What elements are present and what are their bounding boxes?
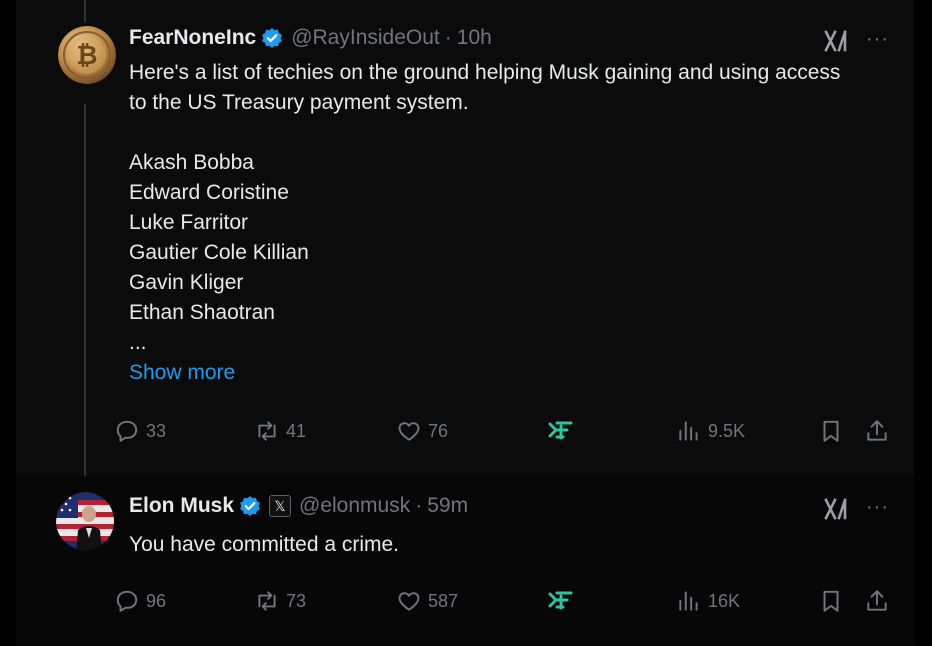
views-button[interactable]: 16K xyxy=(676,588,740,614)
tweet-line: Ethan Shaotran xyxy=(129,301,275,324)
reply-button[interactable]: 33 xyxy=(114,418,166,444)
tweet-body: You have committed a crime. xyxy=(129,533,400,556)
extension-button[interactable] xyxy=(548,588,580,614)
tweet-line: Edward Coristine xyxy=(129,181,289,204)
extension-icon xyxy=(548,591,573,610)
repost-count: 41 xyxy=(286,421,307,441)
tweet-body: Here's a list of techies on the ground h… xyxy=(129,58,840,388)
tweet-actions: 33 41 76 9.5K xyxy=(16,418,914,448)
show-more-link[interactable]: Show more xyxy=(129,358,840,388)
reply-count: 33 xyxy=(146,421,167,441)
views-icon xyxy=(679,591,698,611)
avatar-fearnoneinc[interactable]: ₿ xyxy=(58,26,116,84)
like-icon xyxy=(398,592,420,611)
grok-icon[interactable] xyxy=(823,496,849,522)
repost-icon xyxy=(258,421,276,441)
window-frame-left xyxy=(0,0,16,646)
display-name[interactable]: Elon Musk xyxy=(129,494,234,518)
window-frame-right xyxy=(914,0,932,646)
extension-icon xyxy=(548,421,573,440)
views-count: 16K xyxy=(708,591,741,611)
more-icon[interactable]: ··· xyxy=(866,496,889,519)
like-icon xyxy=(398,422,420,441)
tweet-actions: 96 73 587 16K xyxy=(16,588,914,618)
tweet-line: Luke Farritor xyxy=(129,211,249,234)
user-handle[interactable]: @RayInsideOut xyxy=(291,26,440,50)
views-button[interactable]: 9.5K xyxy=(676,418,745,444)
tweet-line xyxy=(129,118,840,148)
bookmark-icon xyxy=(823,420,839,442)
views-icon xyxy=(679,421,698,441)
tweet-line: to the US Treasury payment system. xyxy=(129,91,469,114)
verified-badge-icon xyxy=(239,495,261,517)
user-handle[interactable]: @elonmusk xyxy=(299,494,410,518)
share-button[interactable] xyxy=(864,588,896,614)
separator-dot: · xyxy=(415,494,423,517)
tweet-fearnoneinc[interactable]: ₿ FearNoneInc @RayInsideOut · 10h ··· He… xyxy=(16,0,914,476)
share-icon xyxy=(867,590,887,611)
affiliate-x-badge-icon[interactable]: 𝕏 xyxy=(269,495,292,517)
more-icon[interactable]: ··· xyxy=(866,28,889,51)
avatar-elonmusk[interactable] xyxy=(56,492,114,550)
repost-button[interactable]: 73 xyxy=(254,588,306,614)
bookmark-icon xyxy=(823,590,839,612)
verified-badge-icon xyxy=(261,27,283,49)
tweet-header: Elon Musk 𝕏 @elonmusk · 59m xyxy=(129,494,468,518)
timeline-panel: ₿ FearNoneInc @RayInsideOut · 10h ··· He… xyxy=(16,0,914,646)
reply-button[interactable]: 96 xyxy=(114,588,166,614)
bookmark-button[interactable] xyxy=(818,588,850,614)
like-button[interactable]: 76 xyxy=(396,418,448,444)
timestamp[interactable]: 10h xyxy=(457,26,492,50)
share-button[interactable] xyxy=(864,418,896,444)
tweet-line: ... xyxy=(129,331,147,354)
tweet-header: FearNoneInc @RayInsideOut · 10h xyxy=(129,26,492,50)
like-button[interactable]: 587 xyxy=(396,588,458,614)
grok-icon[interactable] xyxy=(823,28,849,54)
display-name[interactable]: FearNoneInc xyxy=(129,26,256,50)
repost-button[interactable]: 41 xyxy=(254,418,306,444)
tweet-line: Akash Bobba xyxy=(129,151,254,174)
repost-count: 73 xyxy=(286,591,307,611)
extension-button[interactable] xyxy=(548,418,580,444)
share-icon xyxy=(867,420,887,441)
repost-icon xyxy=(258,591,276,611)
reply-icon xyxy=(116,590,138,612)
svg-text:₿: ₿ xyxy=(76,41,97,71)
like-count: 76 xyxy=(428,421,449,441)
reply-icon xyxy=(116,420,138,442)
tweet-line: Here's a list of techies on the ground h… xyxy=(129,61,841,84)
timestamp[interactable]: 59m xyxy=(427,494,468,518)
tweet-line: Gavin Kliger xyxy=(129,271,244,294)
reply-count: 96 xyxy=(146,591,167,611)
bookmark-button[interactable] xyxy=(818,418,850,444)
thread-line-top xyxy=(84,0,86,22)
separator-dot: · xyxy=(444,26,452,49)
views-count: 9.5K xyxy=(708,421,746,441)
tweet-line: Gautier Cole Killian xyxy=(129,241,309,264)
like-count: 587 xyxy=(428,591,459,611)
